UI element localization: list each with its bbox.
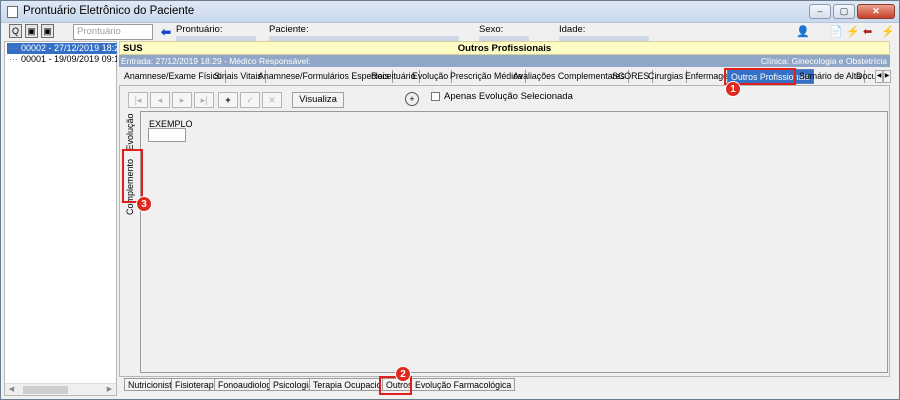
paciente-label: Paciente:: [269, 24, 309, 35]
tab-scroll-arrows: ◀ ▶: [875, 70, 891, 83]
visualiza-button[interactable]: Visualiza: [292, 92, 344, 108]
annotation-badge-2: 2: [395, 366, 411, 382]
tree-connector: ⋯: [9, 54, 18, 64]
annotation-badge-3: 3: [136, 196, 152, 212]
annotation-badge-1: 1: [725, 81, 741, 97]
title-bar: Prontuário Eletrônico do Paciente – ▢ ✕: [1, 1, 899, 23]
entry-info: Entrada: 27/12/2019 18:29 - Médico Respo…: [121, 56, 311, 66]
tree-connector: ⋯: [9, 43, 18, 53]
confirm-record-button[interactable]: ✓: [240, 92, 260, 108]
lock-record-icon[interactable]: ▣: [41, 24, 54, 38]
apenas-evolucao-checkbox[interactable]: [431, 92, 440, 101]
main-window: Prontuário Eletrônico do Paciente – ▢ ✕ …: [0, 0, 900, 400]
tree-item-episode-2[interactable]: ⋯00002 - 27/12/2019 18:29 - E: [7, 43, 117, 54]
clinic-info: Clínica: Ginecologia e Obstetrícia: [760, 56, 887, 66]
first-record-button[interactable]: |◂: [128, 92, 148, 108]
vtab-evolucao[interactable]: Evolução: [123, 113, 139, 151]
highlight-box-3: [122, 149, 143, 203]
scroll-thumb[interactable]: [23, 386, 68, 394]
prontuario-input[interactable]: Prontuário: [73, 24, 153, 40]
episode-tree: ⋯00002 - 27/12/2019 18:29 - E ⋯00001 - 1…: [4, 41, 117, 396]
lightning-yellow-icon[interactable]: ⚡: [881, 25, 895, 38]
tab-scroll-left-icon[interactable]: ◀: [875, 70, 883, 83]
next-record-button[interactable]: ▸: [172, 92, 192, 108]
content-area: EXEMPLO: [140, 111, 888, 373]
document-icon[interactable]: 📄: [829, 25, 843, 38]
scroll-right-icon[interactable]: ▶: [104, 385, 115, 395]
add-record-button[interactable]: +: [218, 92, 238, 108]
maximize-button[interactable]: ▢: [833, 4, 855, 19]
zoom-in-icon[interactable]: +: [405, 92, 419, 106]
tab-scroll-right-icon[interactable]: ▶: [883, 70, 891, 83]
tree-item-label: 00002 - 27/12/2019 18:29 - E: [21, 43, 117, 53]
lightning-green-icon[interactable]: ⚡: [846, 25, 860, 38]
entry-info-bar: Entrada: 27/12/2019 18:29 - Médico Respo…: [119, 55, 890, 67]
tree-horizontal-scrollbar[interactable]: ◀ ▶: [5, 383, 116, 395]
tab-cirurgias[interactable]: Cirurgias: [645, 70, 688, 83]
tab-evolucao[interactable]: Evolução: [409, 70, 453, 83]
sus-header-bar: SUS Outros Profissionais: [119, 41, 890, 55]
prontuario-label: Prontuário:: [176, 24, 223, 35]
tree-item-episode-1[interactable]: ⋯00001 - 19/09/2019 09:17 - E: [7, 54, 117, 65]
tab-evolucao-farmacologica[interactable]: Evolução Farmacológica: [411, 378, 516, 391]
cancel-record-button[interactable]: ✕: [262, 92, 282, 108]
sexo-label: Sexo:: [479, 24, 504, 35]
search-patient-icon[interactable]: Q: [9, 24, 22, 38]
minimize-button[interactable]: –: [809, 4, 831, 19]
main-panel: |◂ ◂ ▸ ▸| + ✓ ✕ Visualiza + Apenas Evolu…: [119, 85, 890, 377]
previous-record-button[interactable]: ◂: [150, 92, 170, 108]
section-title: Outros Profissionais: [457, 43, 552, 54]
window-title: Prontuário Eletrônico do Paciente: [23, 5, 195, 17]
scroll-left-icon[interactable]: ◀: [6, 385, 17, 395]
open-record-icon[interactable]: ▣: [25, 24, 38, 38]
exemplo-field-input[interactable]: [148, 128, 186, 142]
user-tools-icon[interactable]: 👤: [796, 25, 810, 38]
idade-label: Idade:: [559, 24, 586, 35]
close-button[interactable]: ✕: [857, 4, 895, 19]
last-record-button[interactable]: ▸|: [194, 92, 214, 108]
tree-item-label: 00001 - 19/09/2019 09:17 - E: [21, 54, 117, 64]
arrow-left-icon[interactable]: ⬅: [161, 25, 171, 39]
app-icon: [7, 6, 18, 18]
vtab-evolucao-label: Evolução: [125, 113, 135, 151]
patient-toolbar: Q ▣ ▣ Prontuário ⬅ Prontuário: Paciente:…: [1, 23, 899, 44]
apenas-evolucao-label: Apenas Evolução Selecionada: [444, 91, 573, 102]
exit-icon[interactable]: ⬅: [863, 25, 872, 38]
